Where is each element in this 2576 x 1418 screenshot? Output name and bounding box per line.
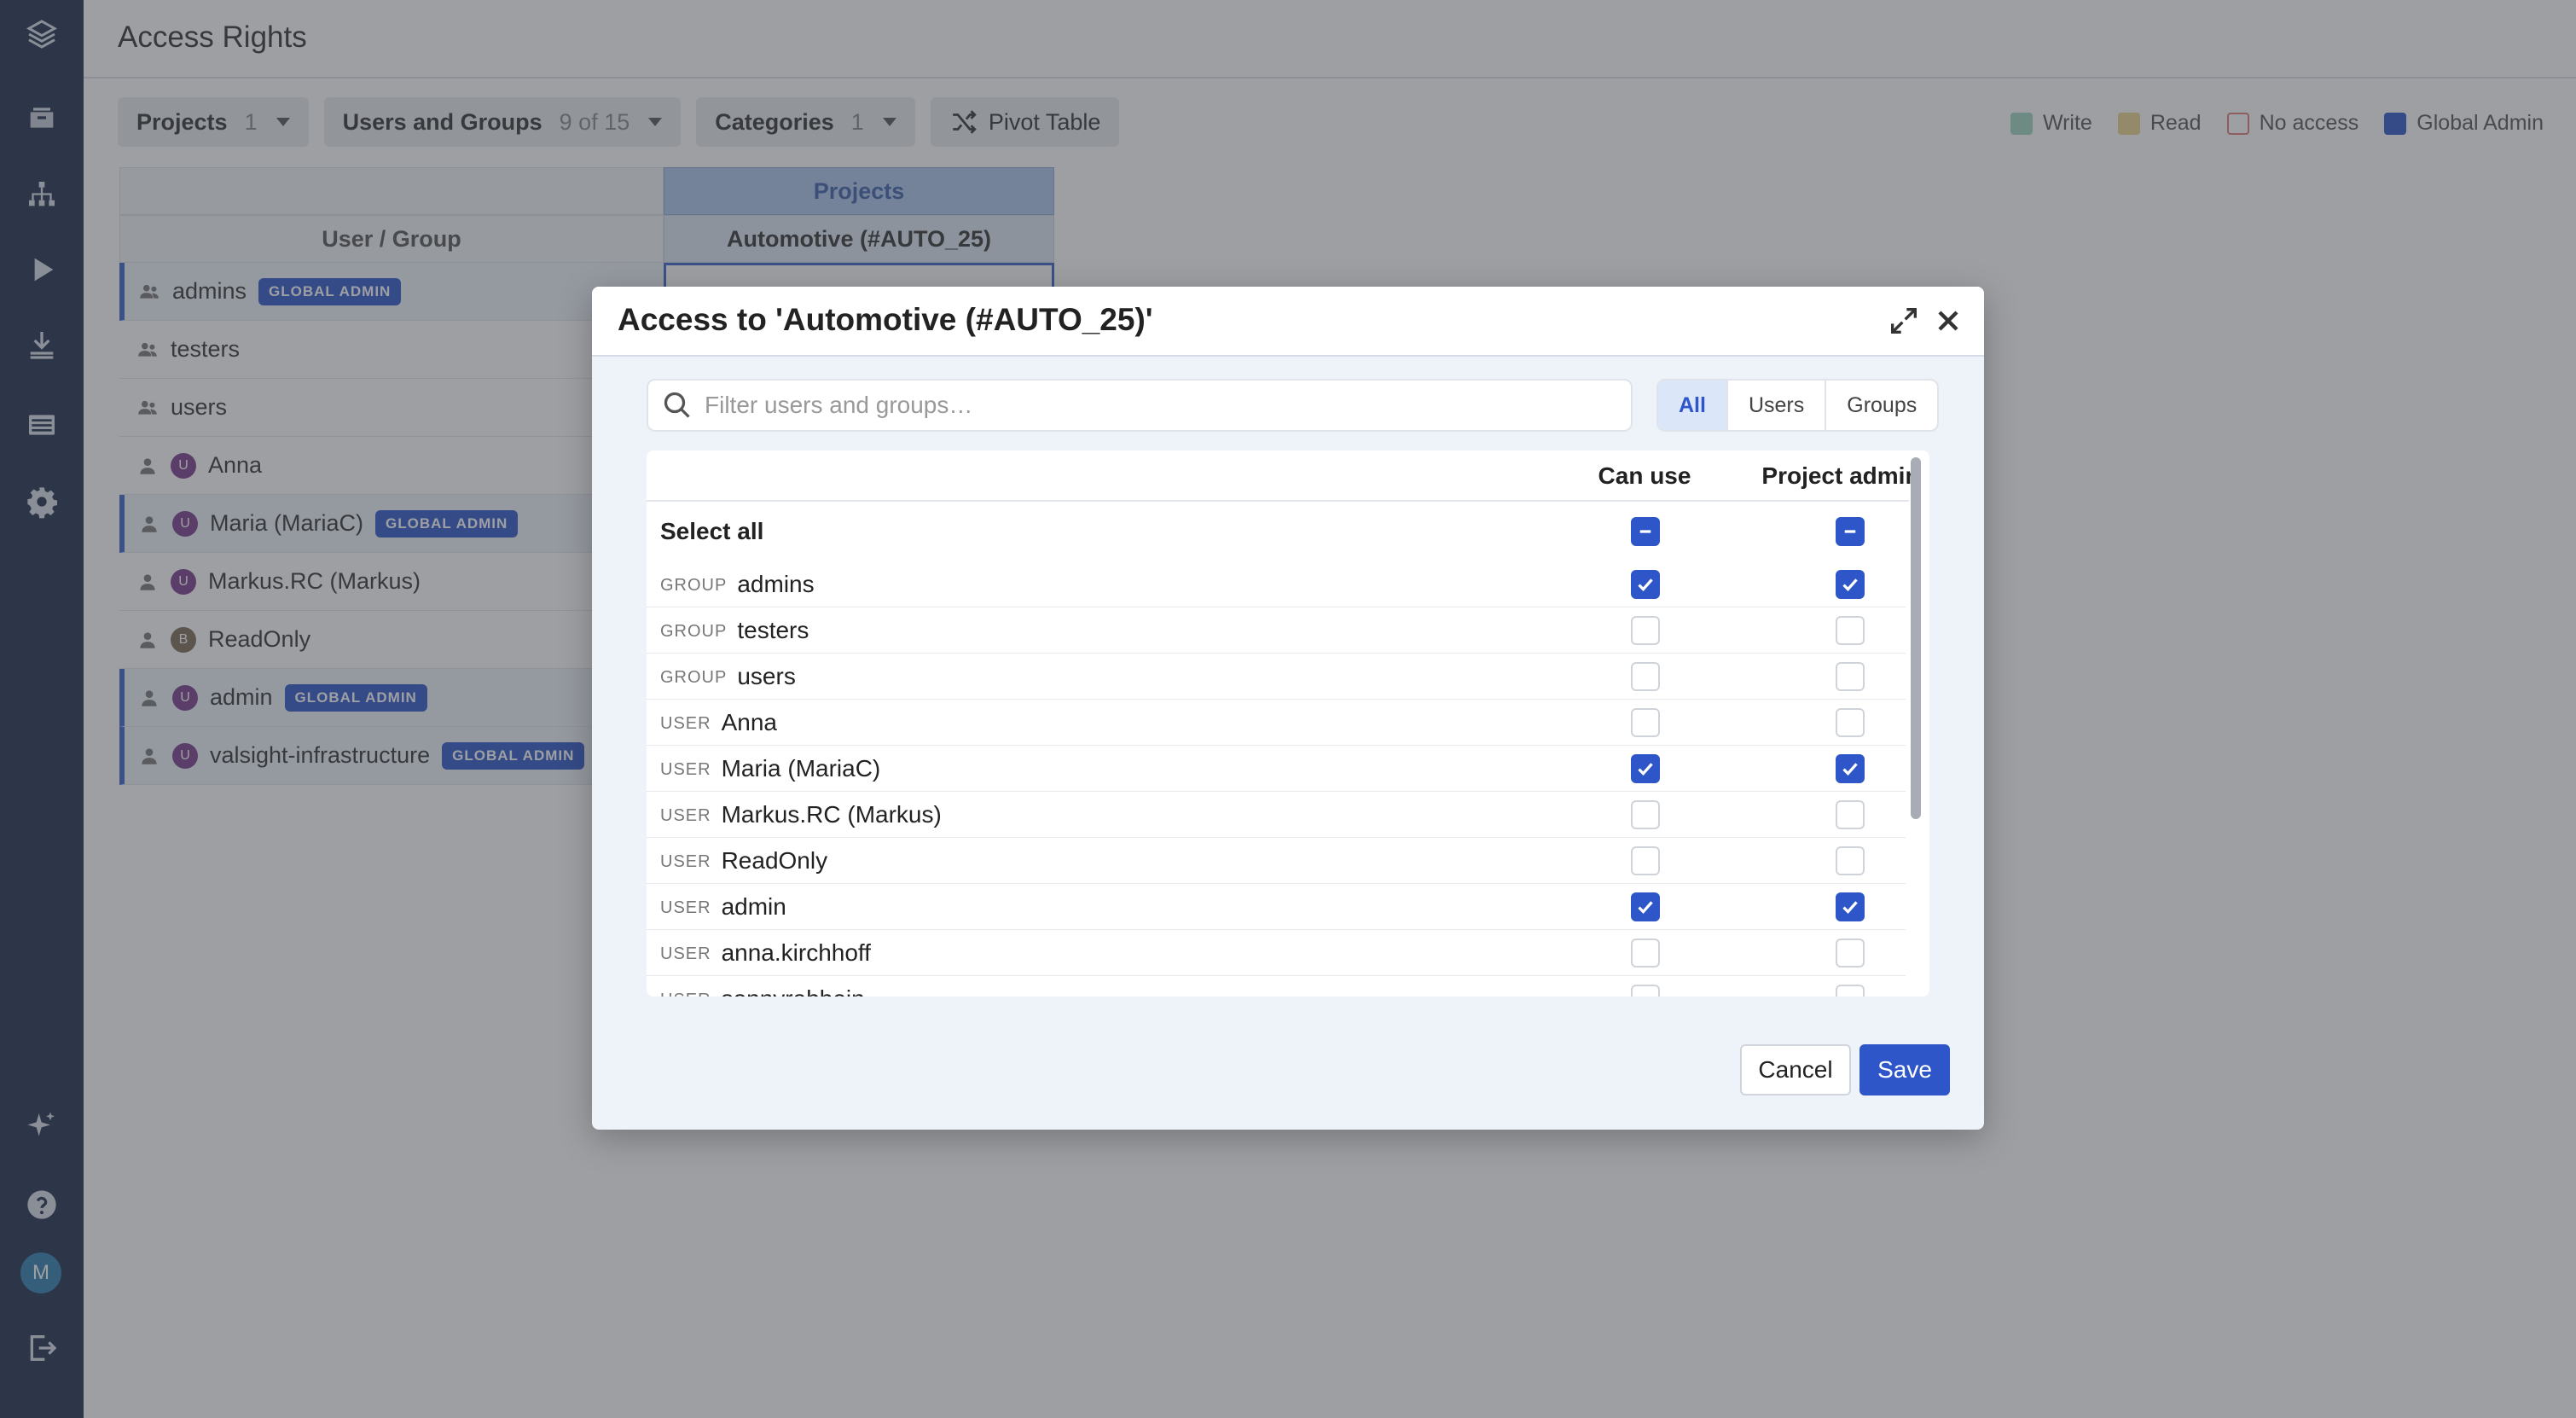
- row-kind: USER: [660, 760, 711, 779]
- row-name: GROUP admins: [660, 561, 815, 607]
- column-header-project-admin: Project admin: [1761, 462, 1920, 489]
- can-use-checkbox[interactable]: [1631, 708, 1660, 737]
- project-admin-checkbox[interactable]: [1836, 616, 1865, 645]
- scrollbar[interactable]: [1911, 457, 1921, 819]
- can-use-checkbox[interactable]: [1631, 846, 1660, 875]
- filter-all-button[interactable]: All: [1658, 381, 1726, 430]
- table-row: USER anna.kirchhoff: [647, 930, 1906, 976]
- row-name: USER admin: [660, 884, 786, 929]
- can-use-checkbox[interactable]: [1631, 570, 1660, 599]
- table-row: USER Maria (MariaC): [647, 746, 1906, 792]
- project-admin-checkbox[interactable]: [1836, 800, 1865, 829]
- cancel-button[interactable]: Cancel: [1740, 1044, 1851, 1095]
- row-kind: USER: [660, 806, 711, 825]
- table-row: USER ReadOnly: [647, 838, 1906, 884]
- minus-icon: [1844, 530, 1856, 533]
- search-input[interactable]: [705, 392, 1626, 419]
- project-admin-checkbox[interactable]: [1836, 985, 1865, 997]
- dialog-header: Access to 'Automotive (#AUTO_25)': [592, 287, 1984, 357]
- row-kind: GROUP: [660, 668, 728, 687]
- row-name: USER ReadOnly: [660, 838, 827, 883]
- can-use-checkbox[interactable]: [1631, 754, 1660, 783]
- row-label: Maria (MariaC): [721, 754, 881, 782]
- row-kind: USER: [660, 944, 711, 963]
- table-row: USER Markus.RC (Markus): [647, 792, 1906, 838]
- table-row: GROUP admins: [647, 561, 1906, 607]
- check-icon: [1638, 763, 1653, 776]
- row-name: USER Anna: [660, 700, 777, 745]
- row-name: USER sonnyrabbein: [660, 976, 865, 997]
- row-label: admin: [721, 892, 786, 920]
- check-icon: [1842, 763, 1858, 776]
- select-all-project-admin-checkbox[interactable]: [1836, 517, 1865, 546]
- table-row: GROUP users: [647, 654, 1906, 700]
- can-use-checkbox[interactable]: [1631, 985, 1660, 997]
- search-box: [647, 379, 1633, 432]
- row-kind: GROUP: [660, 576, 728, 595]
- row-name: USER anna.kirchhoff: [660, 930, 871, 975]
- table-row: USER Anna: [647, 700, 1906, 746]
- row-kind: USER: [660, 991, 711, 997]
- row-kind: USER: [660, 898, 711, 917]
- can-use-checkbox[interactable]: [1631, 939, 1660, 968]
- row-label: ReadOnly: [721, 846, 828, 874]
- select-all-can-use-checkbox[interactable]: [1631, 517, 1660, 546]
- column-header-can-use: Can use: [1598, 462, 1691, 489]
- check-icon: [1638, 901, 1653, 914]
- row-name: USER Maria (MariaC): [660, 746, 880, 791]
- project-admin-checkbox[interactable]: [1836, 892, 1865, 921]
- select-all-label: Select all: [660, 518, 764, 544]
- table-row: USER sonnyrabbein: [647, 976, 1906, 997]
- close-icon[interactable]: [1931, 304, 1965, 338]
- row-kind: USER: [660, 852, 711, 871]
- row-name: GROUP testers: [660, 607, 809, 653]
- row-name: GROUP users: [660, 654, 796, 699]
- dialog-title: Access to 'Automotive (#AUTO_25)': [618, 302, 1153, 337]
- can-use-checkbox[interactable]: [1631, 662, 1660, 691]
- access-table: Can use Project admin Select all GROUP ad…: [647, 450, 1929, 997]
- project-admin-checkbox[interactable]: [1836, 754, 1865, 783]
- check-icon: [1842, 578, 1858, 591]
- table-row: GROUP testers: [647, 607, 1906, 654]
- select-all-row: Select all: [647, 502, 1906, 561]
- row-name: USER Markus.RC (Markus): [660, 792, 942, 837]
- minus-icon: [1639, 530, 1651, 533]
- save-button[interactable]: Save: [1859, 1044, 1950, 1095]
- table-row: USER admin: [647, 884, 1906, 930]
- check-icon: [1842, 901, 1858, 914]
- filter-groups-button[interactable]: Groups: [1825, 381, 1937, 430]
- access-dialog: Access to 'Automotive (#AUTO_25)' All Us…: [592, 287, 1984, 1130]
- expand-icon[interactable]: [1887, 304, 1921, 338]
- row-label: anna.kirchhoff: [721, 939, 871, 966]
- row-kind: USER: [660, 714, 711, 733]
- project-admin-checkbox[interactable]: [1836, 939, 1865, 968]
- project-admin-checkbox[interactable]: [1836, 662, 1865, 691]
- row-label: users: [737, 662, 796, 689]
- can-use-checkbox[interactable]: [1631, 616, 1660, 645]
- table-header: Can use Project admin: [647, 450, 1920, 502]
- row-label: sonnyrabbein: [722, 985, 865, 997]
- check-icon: [1638, 578, 1653, 591]
- filter-users-button[interactable]: Users: [1726, 381, 1825, 430]
- filter-segmented-control: All Users Groups: [1656, 379, 1940, 432]
- row-label: testers: [737, 616, 809, 643]
- row-label: Anna: [721, 708, 777, 735]
- project-admin-checkbox[interactable]: [1836, 708, 1865, 737]
- row-label: admins: [737, 570, 815, 597]
- row-kind: GROUP: [660, 622, 728, 641]
- project-admin-checkbox[interactable]: [1836, 846, 1865, 875]
- row-label: Markus.RC (Markus): [721, 800, 942, 828]
- search-icon: [664, 392, 690, 418]
- can-use-checkbox[interactable]: [1631, 800, 1660, 829]
- can-use-checkbox[interactable]: [1631, 892, 1660, 921]
- project-admin-checkbox[interactable]: [1836, 570, 1865, 599]
